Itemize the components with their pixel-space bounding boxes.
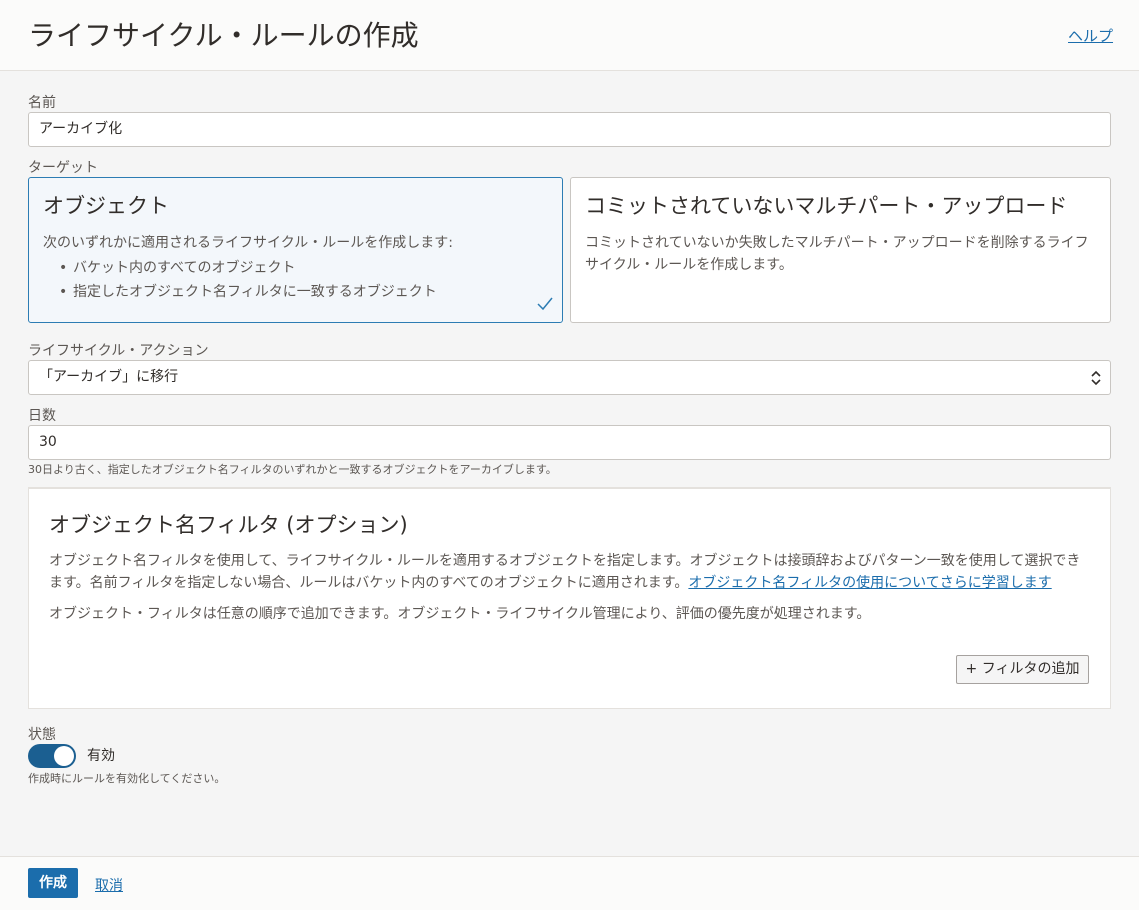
name-label: 名前 bbox=[28, 95, 56, 111]
name-input[interactable]: アーカイブ化 bbox=[28, 112, 1111, 147]
target-label: ターゲット bbox=[28, 160, 98, 176]
target-option-description: 次のいずれかに適用されるライフサイクル・ルールを作成します: bbox=[43, 235, 454, 251]
action-label: ライフサイクル・アクション bbox=[28, 343, 209, 359]
help-link[interactable]: ヘルプ bbox=[1068, 25, 1113, 46]
toggle-label: 有効 bbox=[87, 748, 115, 764]
filters-order-note: オブジェクト・フィルタは任意の順序で追加できます。オブジェクト・ライフサイクル管… bbox=[49, 606, 871, 622]
enabled-toggle[interactable] bbox=[28, 744, 76, 768]
page-title: ライフサイクル・ルールの作成 bbox=[28, 19, 419, 52]
state-label: 状態 bbox=[28, 727, 56, 743]
target-option-bullets: バケット内のすべてのオブジェクト 指定したオブジェクト名フィルタに一致するオブジ… bbox=[59, 256, 437, 304]
days-label: 日数 bbox=[28, 408, 56, 424]
filters-description: オブジェクト名フィルタを使用して、ライフサイクル・ルールを適用するオブジェクトを… bbox=[49, 550, 1090, 594]
cancel-link[interactable]: 取消 bbox=[95, 875, 123, 895]
filters-title: オブジェクト名フィルタ (オプション) bbox=[49, 513, 408, 537]
list-item: バケット内のすべてのオブジェクト bbox=[59, 256, 437, 280]
target-option-description: コミットされていないか失敗したマルチパート・アップロードを削除するライフサイクル… bbox=[585, 235, 1089, 273]
chevron-up-down-icon bbox=[1091, 370, 1101, 386]
lifecycle-action-select[interactable]: 「アーカイブ」に移行 bbox=[28, 360, 1111, 395]
select-value: 「アーカイブ」に移行 bbox=[39, 369, 179, 385]
list-item: 指定したオブジェクト名フィルタに一致するオブジェクト bbox=[59, 280, 437, 304]
target-option-title: コミットされていないマルチパート・アップロード bbox=[585, 194, 1068, 218]
learn-more-link[interactable]: オブジェクト名フィルタの使用についてさらに学習します bbox=[688, 575, 1051, 591]
create-button[interactable]: 作成 bbox=[28, 868, 78, 898]
days-input[interactable]: 30 bbox=[28, 425, 1111, 460]
target-option-objects[interactable]: オブジェクト 次のいずれかに適用されるライフサイクル・ルールを作成します: バケ… bbox=[28, 177, 563, 323]
state-hint: 作成時にルールを有効化してください。 bbox=[28, 772, 226, 785]
checkmark-icon bbox=[537, 297, 553, 311]
add-filter-button[interactable]: + フィルタの追加 bbox=[956, 655, 1089, 684]
target-option-multipart[interactable]: コミットされていないマルチパート・アップロード コミットされていないか失敗したマ… bbox=[570, 177, 1111, 323]
target-option-title: オブジェクト bbox=[43, 194, 169, 218]
days-hint: 30日より古く、指定したオブジェクト名フィルタのいずれかと一致するオブジェクトを… bbox=[28, 463, 557, 476]
toggle-knob bbox=[54, 746, 74, 766]
dialog-header: ライフサイクル・ルールの作成 ヘルプ bbox=[0, 0, 1139, 71]
object-name-filters-panel: オブジェクト名フィルタ (オプション) オブジェクト名フィルタを使用して、ライフ… bbox=[28, 487, 1111, 709]
dialog-footer: 作成 取消 bbox=[0, 856, 1139, 910]
